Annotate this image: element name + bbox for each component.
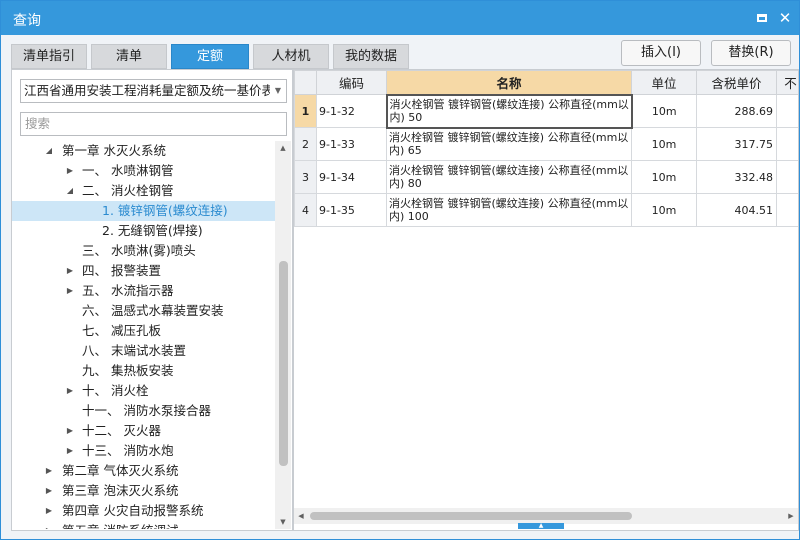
table-row[interactable]: 4 9-1-35 消火栓钢管 镀锌钢管(螺纹连接) 公称直径(mm以内) 100… bbox=[294, 193, 798, 227]
cell-more[interactable] bbox=[776, 127, 798, 161]
cell-name[interactable]: 消火栓钢管 镀锌钢管(螺纹连接) 公称直径(mm以内) 65 bbox=[386, 127, 632, 161]
cell-code[interactable]: 9-1-33 bbox=[316, 127, 387, 161]
chapter-tree: ◢ 第一章 水灭火系统 ▶ 一、 水喷淋钢管 ◢ 二、 消火栓钢管 1. 镀锌钢… bbox=[12, 141, 275, 529]
table-row[interactable]: 3 9-1-34 消火栓钢管 镀锌钢管(螺纹连接) 公称直径(mm以内) 80 … bbox=[294, 160, 798, 194]
cell-name[interactable]: 消火栓钢管 镀锌钢管(螺纹连接) 公称直径(mm以内) 100 bbox=[386, 193, 632, 227]
triangle-collapsed-icon[interactable]: ▶ bbox=[65, 161, 75, 181]
column-header-price[interactable]: 含税单价 bbox=[696, 70, 777, 95]
close-icon[interactable]: ✕ bbox=[776, 9, 794, 27]
tree-item-selected[interactable]: 1. 镀锌钢管(螺纹连接) bbox=[12, 201, 275, 221]
triangle-collapsed-icon[interactable]: ▶ bbox=[44, 481, 54, 501]
column-header-unit[interactable]: 单位 bbox=[631, 70, 697, 95]
cell-name[interactable]: 消火栓钢管 镀锌钢管(螺纹连接) 公称直径(mm以内) 80 bbox=[386, 160, 632, 194]
tree-item[interactable]: ▶ 第二章 气体灭火系统 bbox=[12, 461, 275, 481]
cell-code[interactable]: 9-1-34 bbox=[316, 160, 387, 194]
triangle-collapsed-icon[interactable]: ▶ bbox=[44, 521, 54, 529]
library-select-value: 江西省通用安装工程消耗量定额及统一基价表( bbox=[24, 83, 279, 98]
query-window: 查询 ✕ 清单指引 清单 定额 人材机 我的数据 插入(I) 替换(R) 江西省… bbox=[0, 0, 800, 540]
tree-item[interactable]: 十一、 消防水泵接合器 bbox=[12, 401, 275, 421]
scroll-left-icon[interactable]: ◀ bbox=[294, 508, 308, 524]
tree-item[interactable]: ▶ 第五章 消防系统调试 bbox=[12, 521, 275, 529]
window-title: 查询 bbox=[13, 13, 41, 29]
quota-grid-panel: 编码 名称 单位 含税单价 不 1 9-1-32 消火栓钢管 镀锌钢管(螺纹连接… bbox=[293, 69, 799, 531]
column-header-code[interactable]: 编码 bbox=[316, 70, 387, 95]
triangle-collapsed-icon[interactable]: ▶ bbox=[65, 261, 75, 281]
tab-list[interactable]: 清单 bbox=[91, 44, 167, 69]
cell-name[interactable]: 消火栓钢管 镀锌钢管(螺纹连接) 公称直径(mm以内) 50 bbox=[385, 93, 633, 129]
tab-my-data[interactable]: 我的数据 bbox=[333, 44, 409, 69]
triangle-collapsed-icon[interactable]: ▶ bbox=[65, 441, 75, 461]
replace-button[interactable]: 替换(R) bbox=[711, 40, 791, 66]
tree-item[interactable]: ◢ 二、 消火栓钢管 bbox=[12, 181, 275, 201]
row-number: 2 bbox=[294, 127, 317, 161]
row-number: 1 bbox=[294, 94, 317, 128]
scrollbar-thumb[interactable] bbox=[279, 261, 288, 466]
column-header-name[interactable]: 名称 bbox=[386, 70, 632, 95]
cell-more[interactable] bbox=[776, 94, 798, 128]
table-header-row: 编码 名称 单位 含税单价 不 bbox=[294, 70, 798, 95]
cell-price[interactable]: 332.48 bbox=[696, 160, 777, 194]
triangle-collapsed-icon[interactable]: ▶ bbox=[65, 381, 75, 401]
tree-item[interactable]: 2. 无缝钢管(焊接) bbox=[12, 221, 275, 241]
maximize-icon[interactable] bbox=[753, 9, 771, 27]
tab-labor-material[interactable]: 人材机 bbox=[253, 44, 329, 69]
chevron-down-icon[interactable]: ▼ bbox=[270, 80, 286, 102]
row-number-header bbox=[294, 70, 317, 95]
cell-unit[interactable]: 10m bbox=[631, 127, 697, 161]
quota-tree-panel: 江西省通用安装工程消耗量定额及统一基价表( ▼ 搜索 ◢ 第一章 水灭火系统 ▶… bbox=[11, 69, 293, 531]
cell-code[interactable]: 9-1-32 bbox=[316, 94, 387, 128]
quota-table: 编码 名称 单位 含税单价 不 1 9-1-32 消火栓钢管 镀锌钢管(螺纹连接… bbox=[294, 70, 798, 227]
cell-code[interactable]: 9-1-35 bbox=[316, 193, 387, 227]
table-row[interactable]: 1 9-1-32 消火栓钢管 镀锌钢管(螺纹连接) 公称直径(mm以内) 50 … bbox=[294, 93, 798, 129]
cell-price[interactable]: 317.75 bbox=[696, 127, 777, 161]
cell-price[interactable]: 404.51 bbox=[696, 193, 777, 227]
title-bar[interactable]: 查询 ✕ bbox=[1, 1, 799, 35]
scroll-right-icon[interactable]: ▶ bbox=[784, 508, 798, 524]
cell-unit[interactable]: 10m bbox=[631, 94, 697, 128]
cell-more[interactable] bbox=[776, 193, 798, 227]
tree-item[interactable]: ▶ 四、 报警装置 bbox=[12, 261, 275, 281]
tree-item[interactable]: ▶ 十、 消火栓 bbox=[12, 381, 275, 401]
column-header-more[interactable]: 不 bbox=[776, 70, 798, 95]
tree-item[interactable]: ▶ 五、 水流指示器 bbox=[12, 281, 275, 301]
insert-button[interactable]: 插入(I) bbox=[621, 40, 701, 66]
triangle-expanded-icon[interactable]: ◢ bbox=[44, 141, 54, 161]
tree-item[interactable]: ▶ 第四章 火灾自动报警系统 bbox=[12, 501, 275, 521]
search-input[interactable]: 搜索 bbox=[20, 112, 287, 136]
tree-item[interactable]: 三、 水喷淋(雾)喷头 bbox=[12, 241, 275, 261]
triangle-collapsed-icon[interactable]: ▶ bbox=[44, 461, 54, 481]
cell-unit[interactable]: 10m bbox=[631, 193, 697, 227]
tab-quota[interactable]: 定额 bbox=[171, 44, 249, 69]
tree-item[interactable]: ▶ 第三章 泡沫灭火系统 bbox=[12, 481, 275, 501]
scroll-down-icon[interactable]: ▼ bbox=[275, 515, 291, 529]
library-select[interactable]: 江西省通用安装工程消耗量定额及统一基价表( ▼ bbox=[20, 79, 287, 103]
tree-scrollbar[interactable]: ▲ ▼ bbox=[275, 141, 291, 529]
row-number: 4 bbox=[294, 193, 317, 227]
triangle-expanded-icon[interactable]: ◢ bbox=[65, 181, 75, 201]
grid-horizontal-scrollbar[interactable]: ◀ ▶ bbox=[294, 508, 798, 524]
tree-item[interactable]: ▶ 一、 水喷淋钢管 bbox=[12, 161, 275, 181]
tree-item[interactable]: 六、 温感式水幕装置安装 bbox=[12, 301, 275, 321]
tree-item[interactable]: ▶ 十三、 消防水炮 bbox=[12, 441, 275, 461]
triangle-collapsed-icon[interactable]: ▶ bbox=[44, 501, 54, 521]
tree-item[interactable]: ◢ 第一章 水灭火系统 bbox=[12, 141, 275, 161]
triangle-collapsed-icon[interactable]: ▶ bbox=[65, 421, 75, 441]
tree-item[interactable]: 九、 集热板安装 bbox=[12, 361, 275, 381]
row-number: 3 bbox=[294, 160, 317, 194]
splitter-handle-icon[interactable]: ▲ bbox=[518, 523, 564, 529]
tab-list-guide[interactable]: 清单指引 bbox=[11, 44, 87, 69]
triangle-collapsed-icon[interactable]: ▶ bbox=[65, 281, 75, 301]
cell-more[interactable] bbox=[776, 160, 798, 194]
tree-item[interactable]: 八、 末端试水装置 bbox=[12, 341, 275, 361]
tree-item[interactable]: 七、 减压孔板 bbox=[12, 321, 275, 341]
cell-unit[interactable]: 10m bbox=[631, 160, 697, 194]
scrollbar-thumb[interactable] bbox=[310, 512, 632, 520]
scroll-up-icon[interactable]: ▲ bbox=[275, 141, 291, 155]
cell-price[interactable]: 288.69 bbox=[696, 94, 777, 128]
table-row[interactable]: 2 9-1-33 消火栓钢管 镀锌钢管(螺纹连接) 公称直径(mm以内) 65 … bbox=[294, 127, 798, 161]
tree-item[interactable]: ▶ 十二、 灭火器 bbox=[12, 421, 275, 441]
